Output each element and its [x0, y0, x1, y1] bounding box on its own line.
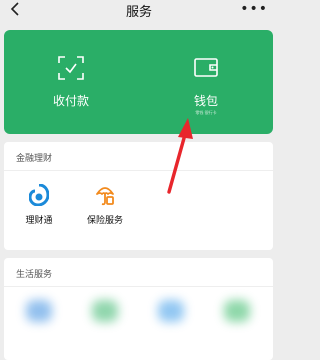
section-divider: [4, 286, 273, 287]
life-services-section: 生活服务: [4, 258, 273, 360]
top-bar: 服务 •••: [0, 0, 278, 22]
life-section-title: 生活服务: [16, 270, 53, 280]
more-options-icon[interactable]: •••: [240, 1, 268, 17]
blurred-service-icon: [92, 300, 118, 322]
wallet-button[interactable]: 钱包 零钱 银行卡: [139, 30, 273, 134]
payment-wallet-card: 收付款 钱包 零钱 银行卡: [4, 30, 273, 134]
insurance-umbrella-icon: [96, 187, 114, 206]
wealth-service-button[interactable]: 理财通: [4, 184, 74, 244]
wealth-icon: [29, 184, 49, 206]
wallet-icon: [194, 58, 218, 77]
blurred-service-icon: [26, 300, 52, 322]
scan-qr-icon: [58, 56, 84, 80]
receive-pay-label: 收付款: [52, 94, 89, 108]
wallet-label: 钱包: [193, 94, 218, 108]
blurred-service-icon: [224, 300, 250, 322]
wallet-sublabel: 零钱 银行卡: [195, 110, 217, 115]
blurred-service-icon: [158, 300, 184, 322]
insurance-service-label: 保险服务: [86, 216, 123, 226]
finance-section: 金融理财 理财通 保险服务: [4, 142, 273, 250]
wealth-service-label: 理财通: [25, 216, 53, 226]
blurred-service-row: [4, 294, 273, 334]
section-divider: [4, 170, 273, 171]
page-title: 服务: [125, 5, 152, 20]
finance-section-title: 金融理财: [16, 154, 53, 164]
receive-pay-button[interactable]: 收付款: [4, 30, 138, 134]
insurance-service-button[interactable]: 保险服务: [70, 184, 140, 244]
